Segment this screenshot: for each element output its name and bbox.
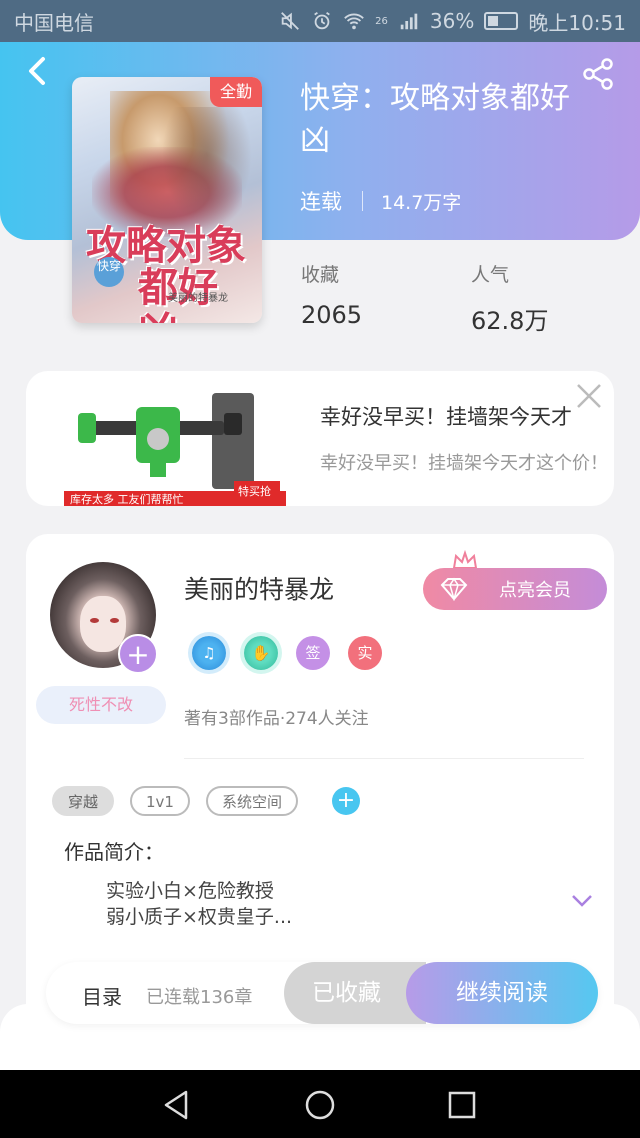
continue-reading-button[interactable]: 继续阅读 bbox=[406, 962, 598, 1024]
add-tag-button[interactable]: + bbox=[332, 787, 360, 815]
avatar-face bbox=[80, 596, 126, 652]
cover-tag: 快穿 bbox=[94, 257, 124, 287]
book-title: 快穿：攻略对象都好凶 bbox=[300, 81, 570, 158]
book-status: 连载 bbox=[300, 190, 342, 214]
meta-divider bbox=[362, 191, 363, 211]
divider bbox=[184, 758, 584, 759]
author-name[interactable]: 美丽的特暴龙 bbox=[184, 570, 334, 606]
bottom-action-bar: 目录 已连载136章 已收藏 继续阅读 bbox=[46, 962, 598, 1024]
carrier-name: 中国电信 bbox=[14, 10, 94, 35]
mute-icon bbox=[281, 12, 300, 30]
intro-text: 实验小白×危险教授 弱小质子×权贵皇子... bbox=[106, 878, 292, 930]
favorites-stat: 收藏 2065 bbox=[301, 260, 362, 329]
wifi-icon bbox=[344, 13, 364, 30]
status-bar: 中国电信 26 36% 晚上10:51 bbox=[0, 0, 640, 42]
full-attendance-badge: 全勤 bbox=[210, 77, 262, 107]
collected-button[interactable]: 已收藏 bbox=[284, 962, 426, 1024]
back-button[interactable] bbox=[22, 56, 52, 86]
back-nav-icon[interactable] bbox=[160, 1088, 194, 1122]
ad-image-tag: 特买抢 bbox=[238, 484, 271, 498]
intro-line: 实验小白×危险教授 bbox=[106, 880, 274, 902]
popularity-label: 人气 bbox=[471, 264, 510, 286]
author-stats: 著有3部作品·274人关注 bbox=[184, 709, 369, 729]
status-icons: 26 36% 晚上10:51 bbox=[279, 7, 626, 36]
honor-badges: ♫ ✋ 签 实 bbox=[192, 636, 382, 670]
toc-button[interactable]: 目录 bbox=[82, 981, 122, 1010]
cover-author: 美丽的特暴龙 bbox=[168, 293, 228, 304]
book-cover[interactable]: 攻略对象 都好凶 快穿 美丽的特暴龙 全勤 bbox=[72, 77, 262, 323]
popularity-value: 62.8万 bbox=[471, 307, 549, 335]
tag-list: 穿越 1v1 系统空间 + bbox=[52, 786, 360, 816]
alarm-icon bbox=[314, 11, 331, 30]
recents-nav-icon[interactable] bbox=[445, 1088, 479, 1122]
chapter-count[interactable]: 已连载136章 bbox=[146, 983, 252, 1009]
share-button[interactable] bbox=[580, 56, 616, 92]
ad-card[interactable]: 库存太多 工友们帮帮忙 特买抢 幸好没早买！挂墙架今天才 幸好没早买！挂墙架今天… bbox=[26, 371, 614, 506]
battery-percent: 36% bbox=[429, 9, 475, 33]
avatar-eye bbox=[90, 618, 99, 623]
close-icon[interactable] bbox=[574, 381, 604, 411]
motto-badge: 死性不改 bbox=[36, 686, 166, 724]
system-nav-bar bbox=[0, 1070, 640, 1138]
signal-icon bbox=[400, 13, 418, 30]
vip-button[interactable]: 点亮会员 bbox=[423, 568, 607, 610]
clock: 晚上10:51 bbox=[528, 10, 626, 35]
cover-art-figure bbox=[162, 107, 252, 227]
battery-icon bbox=[484, 12, 519, 30]
tag-chip[interactable]: 1v1 bbox=[130, 786, 190, 816]
music-icon[interactable]: ♫ bbox=[192, 636, 226, 670]
ad-description[interactable]: 幸好没早买！挂墙架今天才这个价！ bbox=[320, 451, 614, 476]
popularity-stat: 人气 62.8万 bbox=[471, 260, 548, 336]
diamond-icon bbox=[440, 577, 468, 601]
follow-button[interactable]: + bbox=[118, 634, 158, 674]
share-icon bbox=[583, 58, 613, 90]
crown-icon bbox=[452, 550, 478, 569]
handshake-icon[interactable]: ✋ bbox=[244, 636, 278, 670]
network-type: 26 bbox=[375, 15, 388, 27]
tag-chip[interactable]: 穿越 bbox=[52, 786, 115, 816]
ad-title[interactable]: 幸好没早买！挂墙架今天才 bbox=[320, 401, 572, 431]
favorites-value: 2065 bbox=[301, 301, 363, 329]
home-nav-icon[interactable] bbox=[303, 1088, 337, 1122]
tag-chip[interactable]: 系统空间 bbox=[205, 786, 298, 816]
intro-line: 弱小质子×权贵皇子... bbox=[106, 906, 293, 928]
chevron-left-icon bbox=[29, 57, 45, 85]
word-count: 14.7万字 bbox=[381, 191, 462, 214]
ad-image-banner: 库存太多 工友们帮帮忙 bbox=[70, 492, 184, 506]
intro-label: 作品简介： bbox=[64, 840, 164, 864]
avatar-eye bbox=[110, 618, 119, 623]
book-meta: 连载 14.7万字 bbox=[300, 186, 461, 216]
author-card: + 死性不改 美丽的特暴龙 点亮会员 ♫ ✋ 签 实 著有3部作品·274人关注… bbox=[26, 534, 614, 1034]
ad-image: 库存太多 工友们帮帮忙 特买抢 bbox=[64, 393, 286, 506]
verified-icon[interactable]: 实 bbox=[348, 636, 382, 670]
vip-label: 点亮会员 bbox=[499, 580, 571, 601]
favorites-label: 收藏 bbox=[301, 264, 340, 286]
sign-icon[interactable]: 签 bbox=[296, 636, 330, 670]
chevron-down-icon[interactable] bbox=[570, 892, 594, 908]
